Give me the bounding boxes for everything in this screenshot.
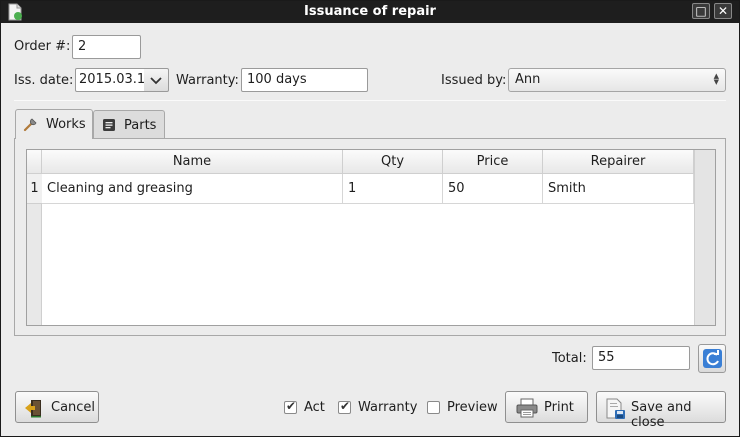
checkmark-icon: ✔ — [340, 399, 351, 413]
exit-door-icon — [24, 398, 44, 418]
warranty-input[interactable]: 100 days — [241, 68, 368, 92]
column-header-name[interactable]: Name — [42, 150, 343, 174]
save-and-close-button[interactable]: Save and close — [596, 391, 726, 430]
preview-checkbox[interactable] — [427, 401, 440, 414]
date-dropdown-button[interactable] — [144, 68, 169, 92]
issued-by-select[interactable]: Ann ▲ ▼ — [508, 68, 726, 92]
close-icon: ✕ — [717, 4, 729, 18]
warranty-label: Warranty: — [176, 73, 239, 88]
issuance-dialog: Issuance of repair □ ✕ Order #: 2 Iss. d… — [0, 0, 740, 437]
total-label: Total: — [552, 351, 587, 366]
window-title: Issuance of repair — [304, 4, 436, 19]
cell-repairer[interactable]: Smith — [543, 174, 694, 204]
column-header-qty[interactable]: Qty — [343, 150, 443, 174]
print-button-label: Print — [544, 400, 574, 415]
column-header-price[interactable]: Price — [443, 150, 543, 174]
wrench-icon — [23, 116, 39, 132]
recalculate-button[interactable] — [698, 344, 726, 373]
order-number-label: Order #: — [14, 39, 71, 54]
order-number-input[interactable]: 2 — [72, 35, 141, 59]
print-button[interactable]: Print — [505, 391, 588, 423]
act-checkbox[interactable]: ✔ — [284, 399, 297, 414]
cell-name[interactable]: Cleaning and greasing — [42, 174, 343, 204]
row-number[interactable]: 1 — [27, 174, 42, 204]
select-arrows-icon: ▲ ▼ — [713, 72, 719, 86]
maximize-icon: □ — [695, 4, 707, 18]
issued-by-value: Ann — [515, 72, 541, 87]
tab-works[interactable]: Works — [15, 109, 93, 139]
printer-icon — [516, 398, 538, 418]
cell-qty[interactable]: 1 — [343, 174, 443, 204]
maximize-button[interactable]: □ — [692, 3, 710, 19]
cancel-button-label: Cancel — [51, 400, 96, 415]
issue-date-input[interactable]: 2015.03.16 — [75, 68, 145, 92]
document-icon — [101, 117, 117, 133]
tab-parts[interactable]: Parts — [93, 110, 165, 139]
table-corner — [27, 150, 42, 174]
title-bar[interactable]: Issuance of repair □ ✕ — [1, 1, 739, 23]
save-and-close-label: Save and close — [631, 400, 692, 430]
tab-works-label: Works — [46, 117, 86, 132]
vertical-scrollbar[interactable] — [694, 150, 715, 325]
divider — [14, 100, 726, 101]
issue-date-label: Iss. date: — [14, 73, 74, 88]
cell-price[interactable]: 50 — [443, 174, 543, 204]
act-label: Act — [304, 400, 325, 415]
checkmark-icon: ✔ — [286, 399, 297, 413]
column-header-repairer[interactable]: Repairer — [543, 150, 694, 174]
close-button[interactable]: ✕ — [714, 3, 732, 19]
total-input[interactable]: 55 — [592, 346, 690, 370]
warranty-checkbox[interactable]: ✔ — [338, 399, 351, 414]
issued-by-label: Issued by: — [441, 73, 507, 88]
warranty-checkbox-label: Warranty — [358, 400, 418, 415]
works-table[interactable]: Name Qty Price Repairer 1 Cleaning and g… — [26, 149, 716, 326]
save-document-icon — [604, 398, 625, 419]
refresh-icon — [702, 348, 723, 373]
cancel-button[interactable]: Cancel — [15, 391, 99, 423]
chevron-down-icon — [150, 75, 162, 90]
tab-parts-label: Parts — [124, 118, 157, 133]
preview-label: Preview — [447, 400, 498, 415]
